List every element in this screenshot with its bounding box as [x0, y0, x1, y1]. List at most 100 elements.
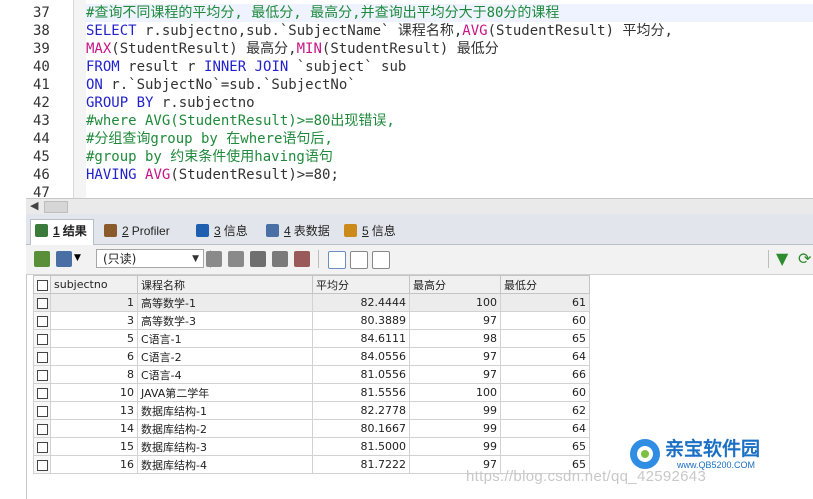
- table-cell[interactable]: 14: [50, 419, 138, 438]
- tab-1[interactable]: 1 结果: [30, 219, 94, 246]
- sql-editor[interactable]: 37 #查询不同课程的平均分, 最低分, 最高分,并查询出平均分大于80分的课程 3…: [26, 0, 813, 198]
- form-view-icon[interactable]: [350, 251, 368, 269]
- row-checkbox[interactable]: [33, 455, 51, 474]
- table-cell[interactable]: 81.5556: [312, 383, 410, 402]
- table-row[interactable]: 14 数据库结构-2 80.1667 99 64: [33, 419, 590, 438]
- table-cell[interactable]: 高等数学-1: [137, 293, 313, 312]
- code-line[interactable]: 47: [26, 184, 813, 198]
- table-cell[interactable]: 1: [50, 293, 138, 312]
- tab-5[interactable]: 5 信息: [340, 220, 402, 242]
- table-cell[interactable]: 65: [500, 437, 590, 456]
- table-cell[interactable]: 82.2778: [312, 401, 410, 420]
- row-checkbox[interactable]: [33, 401, 51, 420]
- table-cell[interactable]: 99: [409, 401, 501, 420]
- table-cell[interactable]: 84.0556: [312, 347, 410, 366]
- table-cell[interactable]: 16: [50, 455, 138, 474]
- table-cell[interactable]: 3: [50, 311, 138, 330]
- editor-horizontal-scrollbar[interactable]: ◀: [26, 198, 813, 214]
- code-line[interactable]: 45 #group by 约束条件使用having语句: [26, 148, 813, 166]
- row-checkbox[interactable]: [33, 437, 51, 456]
- table-cell[interactable]: 61: [500, 293, 590, 312]
- row-checkbox[interactable]: [33, 293, 51, 312]
- grid-view-icon[interactable]: [328, 251, 346, 269]
- tab-3[interactable]: 3 信息: [192, 220, 254, 242]
- table-cell[interactable]: 数据库结构-4: [137, 455, 313, 474]
- table-cell[interactable]: 6: [50, 347, 138, 366]
- duplicate-row-icon[interactable]: [228, 251, 244, 267]
- export-icon[interactable]: [34, 251, 50, 267]
- table-cell[interactable]: 80.1667: [312, 419, 410, 438]
- row-checkbox[interactable]: [33, 329, 51, 348]
- table-cell[interactable]: 64: [500, 347, 590, 366]
- table-cell[interactable]: 97: [409, 311, 501, 330]
- table-cell[interactable]: 80.3889: [312, 311, 410, 330]
- table-cell[interactable]: 高等数学-3: [137, 311, 313, 330]
- code-line[interactable]: 41 ON r.`SubjectNo`=sub.`SubjectNo`: [26, 76, 813, 94]
- insert-row-icon[interactable]: [206, 251, 222, 267]
- table-row[interactable]: 5 C语言-1 84.6111 98 65: [33, 329, 590, 348]
- table-row[interactable]: 3 高等数学-3 80.3889 97 60: [33, 311, 590, 330]
- table-cell[interactable]: 100: [409, 383, 501, 402]
- code-line[interactable]: 46 HAVING AVG(StudentResult)>=80;: [26, 166, 813, 184]
- readonly-select[interactable]: (只读) ▼: [96, 249, 204, 268]
- table-cell[interactable]: 60: [500, 311, 590, 330]
- column-header[interactable]: 课程名称: [137, 275, 313, 294]
- code-line[interactable]: 39 MAX(StudentResult) 最高分,MIN(StudentResu…: [26, 40, 813, 58]
- text-view-icon[interactable]: [372, 251, 390, 269]
- table-cell[interactable]: 98: [409, 329, 501, 348]
- row-checkbox[interactable]: [33, 383, 51, 402]
- table-row[interactable]: 1 高等数学-1 82.4444 100 61: [33, 293, 590, 312]
- table-cell[interactable]: C语言-1: [137, 329, 313, 348]
- column-header[interactable]: 最低分: [500, 275, 590, 294]
- column-header[interactable]: 平均分: [312, 275, 410, 294]
- row-checkbox[interactable]: [33, 419, 51, 438]
- table-cell[interactable]: 5: [50, 329, 138, 348]
- filter-icon[interactable]: ▼: [776, 249, 788, 268]
- table-cell[interactable]: 10: [50, 383, 138, 402]
- dropdown-arrow-icon[interactable]: ▼: [74, 253, 81, 263]
- table-cell[interactable]: 60: [500, 383, 590, 402]
- table-cell[interactable]: 64: [500, 419, 590, 438]
- code-line[interactable]: 37 #查询不同课程的平均分, 最低分, 最高分,并查询出平均分大于80分的课程: [26, 4, 813, 22]
- table-row[interactable]: 13 数据库结构-1 82.2778 99 62: [33, 401, 590, 420]
- table-cell[interactable]: 81.5000: [312, 437, 410, 456]
- table-row[interactable]: 6 C语言-2 84.0556 97 64: [33, 347, 590, 366]
- table-cell[interactable]: 81.7222: [312, 455, 410, 474]
- table-cell[interactable]: C语言-2: [137, 347, 313, 366]
- column-header[interactable]: 最高分: [409, 275, 501, 294]
- code-line[interactable]: 38 SELECT r.subjectno,sub.`SubjectName` 课…: [26, 22, 813, 40]
- table-cell[interactable]: 数据库结构-2: [137, 419, 313, 438]
- table-cell[interactable]: 65: [500, 329, 590, 348]
- code-line[interactable]: 40 FROM result r INNER JOIN `subject` sub: [26, 58, 813, 76]
- table-cell[interactable]: 66: [500, 365, 590, 384]
- code-line[interactable]: 44 #分组查询group by 在where语句后,: [26, 130, 813, 148]
- row-checkbox[interactable]: [33, 365, 51, 384]
- table-row[interactable]: 8 C语言-4 81.0556 97 66: [33, 365, 590, 384]
- row-checkbox[interactable]: [33, 347, 51, 366]
- discard-icon[interactable]: [294, 251, 310, 267]
- grid-mode-icon[interactable]: [56, 251, 72, 267]
- table-cell[interactable]: 97: [409, 347, 501, 366]
- scrollbar-thumb[interactable]: [44, 201, 68, 213]
- refresh-icon[interactable]: ⟳: [798, 249, 811, 268]
- table-cell[interactable]: 99: [409, 419, 501, 438]
- column-header[interactable]: subjectno: [50, 275, 138, 294]
- table-row[interactable]: 10 JAVA第二学年 81.5556 100 60: [33, 383, 590, 402]
- code-line[interactable]: 43 #where AVG(StudentResult)>=80出现错误,: [26, 112, 813, 130]
- table-cell[interactable]: 15: [50, 437, 138, 456]
- scroll-left-arrow-icon[interactable]: ◀: [30, 199, 38, 212]
- tab-4[interactable]: 4 表数据: [262, 220, 336, 242]
- table-cell[interactable]: 数据库结构-1: [137, 401, 313, 420]
- table-cell[interactable]: 99: [409, 437, 501, 456]
- table-cell[interactable]: 8: [50, 365, 138, 384]
- table-cell[interactable]: 82.4444: [312, 293, 410, 312]
- table-cell[interactable]: 81.0556: [312, 365, 410, 384]
- save-icon[interactable]: [250, 251, 266, 267]
- table-cell[interactable]: 97: [409, 365, 501, 384]
- table-cell[interactable]: 62: [500, 401, 590, 420]
- select-all-checkbox[interactable]: [33, 275, 51, 294]
- tab-2[interactable]: 2 Profiler: [100, 220, 176, 242]
- code-line[interactable]: 42 GROUP BY r.subjectno: [26, 94, 813, 112]
- table-cell[interactable]: C语言-4: [137, 365, 313, 384]
- table-row[interactable]: 15 数据库结构-3 81.5000 99 65: [33, 437, 590, 456]
